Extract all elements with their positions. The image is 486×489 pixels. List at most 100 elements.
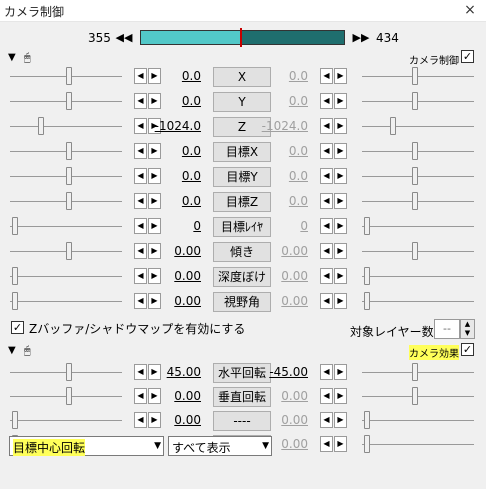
slider-thumb[interactable] [412,67,418,85]
increment-icon[interactable]: ▶ [334,168,347,184]
start-value-slider[interactable] [10,217,122,235]
end-value[interactable]: 0.0 [248,194,308,208]
slider-thumb[interactable] [66,167,72,185]
target-layer-input[interactable]: -- [434,319,460,339]
increment-icon[interactable]: ▶ [334,268,347,284]
end-value-slider[interactable] [362,117,474,135]
slider-thumb[interactable] [412,242,418,260]
end-value-slider[interactable] [362,217,474,235]
end-value-slider[interactable] [362,167,474,185]
decrement-icon[interactable]: ◀ [320,143,333,159]
start-value[interactable]: 0.00 [141,294,201,308]
slider-thumb[interactable] [12,267,18,285]
end-value[interactable]: 0.00 [248,389,308,403]
decrement-icon[interactable]: ◀ [320,412,333,428]
collapse-icon[interactable]: ▼ [8,345,16,356]
slider-thumb[interactable] [412,92,418,110]
slider-thumb[interactable] [412,363,418,381]
end-value-slider[interactable] [362,387,474,405]
end-value[interactable]: -1024.0 [248,119,308,133]
increment-icon[interactable]: ▶ [334,193,347,209]
end-value[interactable]: 0.0 [248,69,308,83]
slider-thumb[interactable] [412,192,418,210]
slider-thumb[interactable] [364,292,370,310]
slider-thumb[interactable] [38,117,44,135]
close-icon[interactable]: × [462,2,478,18]
end-value[interactable]: 0.0 [248,144,308,158]
slider-thumb[interactable] [66,242,72,260]
start-value-slider[interactable] [10,67,122,85]
decrement-icon[interactable]: ◀ [320,436,333,452]
start-value-slider[interactable] [10,142,122,160]
decrement-icon[interactable]: ◀ [320,93,333,109]
increment-icon[interactable]: ▶ [334,118,347,134]
start-value[interactable]: 45.00 [141,365,201,379]
start-value[interactable]: -1024.0 [141,119,201,133]
decrement-icon[interactable]: ◀ [320,388,333,404]
start-value-slider[interactable] [10,411,122,429]
increment-icon[interactable]: ▶ [334,364,347,380]
start-value[interactable]: 0.00 [141,413,201,427]
start-value[interactable]: 0.0 [141,169,201,183]
start-value[interactable]: 0 [141,219,201,233]
slider-thumb[interactable] [66,363,72,381]
collapse-icon[interactable]: ▼ [8,52,16,63]
spin-down-icon[interactable]: ▼ [465,329,470,337]
slider-thumb[interactable] [66,92,72,110]
end-value[interactable]: -45.00 [248,365,308,379]
end-value-slider[interactable] [362,67,474,85]
decrement-icon[interactable]: ◀ [320,68,333,84]
start-value-slider[interactable] [10,117,122,135]
increment-icon[interactable]: ▶ [334,218,347,234]
next-frame-icon[interactable]: ▶▶ [352,30,370,45]
slider-thumb[interactable] [66,142,72,160]
slider-thumb[interactable] [12,292,18,310]
slider-thumb[interactable] [12,411,18,429]
slider-thumb[interactable] [412,142,418,160]
start-value-slider[interactable] [10,167,122,185]
increment-icon[interactable]: ▶ [334,243,347,259]
decrement-icon[interactable]: ◀ [320,168,333,184]
target-layer-spinner[interactable]: ▲ ▼ [460,319,475,339]
end-value-slider[interactable] [362,92,474,110]
display-mode-select[interactable]: すべて表示 ▼ [168,436,272,456]
end-value-slider[interactable] [362,435,474,453]
increment-icon[interactable]: ▶ [334,68,347,84]
timeline-slider[interactable] [140,28,345,47]
slider-thumb[interactable] [364,435,370,453]
decrement-icon[interactable]: ◀ [320,118,333,134]
start-value[interactable]: 0.0 [141,69,201,83]
camera-section-checkbox[interactable]: ✓ [461,50,474,63]
end-value-slider[interactable] [362,292,474,310]
end-value[interactable]: 0.0 [248,94,308,108]
end-value-slider[interactable] [362,363,474,381]
end-value-slider[interactable] [362,411,474,429]
start-value-slider[interactable] [10,92,122,110]
decrement-icon[interactable]: ◀ [320,364,333,380]
start-value-slider[interactable] [10,292,122,310]
start-value-slider[interactable] [10,363,122,381]
increment-icon[interactable]: ▶ [334,143,347,159]
start-value-slider[interactable] [10,192,122,210]
slider-thumb[interactable] [66,192,72,210]
end-value[interactable]: 0.00 [248,244,308,258]
slider-thumb[interactable] [364,411,370,429]
end-value-slider[interactable] [362,142,474,160]
slider-thumb[interactable] [390,117,396,135]
decrement-icon[interactable]: ◀ [320,293,333,309]
end-value-slider[interactable] [362,267,474,285]
start-value[interactable]: 0.00 [141,389,201,403]
end-value-slider[interactable] [362,242,474,260]
increment-icon[interactable]: ▶ [334,93,347,109]
effect-section-checkbox[interactable]: ✓ [461,343,474,356]
start-value[interactable]: 0.00 [141,269,201,283]
zbuffer-checkbox[interactable]: ✓ [11,321,24,334]
end-value[interactable]: 0.00 [248,269,308,283]
decrement-icon[interactable]: ◀ [320,218,333,234]
decrement-icon[interactable]: ◀ [320,193,333,209]
end-value[interactable]: 0.00 [248,413,308,427]
start-value[interactable]: 0.0 [141,194,201,208]
slider-thumb[interactable] [66,67,72,85]
end-value[interactable]: 0 [248,219,308,233]
slider-thumb[interactable] [412,387,418,405]
